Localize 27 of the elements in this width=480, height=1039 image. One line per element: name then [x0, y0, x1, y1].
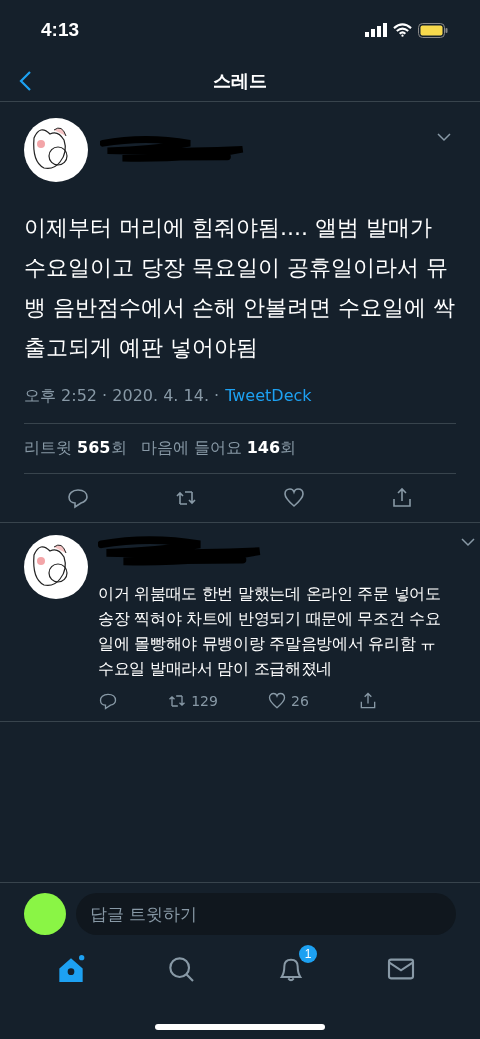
- tweet-timestamp: 오후 2:52 · 2020. 4. 14. ·: [24, 386, 220, 407]
- engagement-count[interactable]: 마음에 들어요 146회: [140, 438, 297, 459]
- source-link[interactable]: TweetDeck: [225, 386, 312, 407]
- battery-icon: [418, 22, 448, 38]
- share-icon[interactable]: [358, 691, 378, 711]
- reply-icon[interactable]: [98, 691, 118, 711]
- reply-field[interactable]: 답글 트윗하기: [76, 893, 456, 935]
- tweet-text: 이제부터 머리에 힘줘야됨.... 앨범 발매가 수요일이고 당장 목요일이 공휴일이라서 뮤뱅 음반점수에서 손해 안볼려면 수요일에 싹 출고되게 예판 넣어야됨: [24, 214, 456, 362]
- avatar[interactable]: [24, 118, 88, 182]
- retweet-count: 129: [191, 693, 218, 709]
- share-icon[interactable]: [390, 486, 414, 510]
- signal-icon: [365, 23, 387, 37]
- reply-text: 이거 위붐때도 한번 말했는데 온라인 주문 넣어도 송장 찍혀야 차트에 반영되기 때문에 무조건 수요일에 몰빵해야 뮤뱅이랑 주말음방에서 유리함 ㅠ 수요일 발매라서 맘이 조급해졌네: [98, 583, 442, 680]
- avatar[interactable]: [24, 535, 88, 599]
- like-count: 26: [291, 693, 309, 709]
- chevron-down-icon[interactable]: [436, 132, 452, 142]
- heart-icon[interactable]: [282, 486, 306, 510]
- notification-badge: 1: [299, 945, 317, 963]
- back-icon[interactable]: [18, 70, 32, 92]
- reply-icon[interactable]: [66, 486, 90, 510]
- screen-title: 스레드: [213, 68, 267, 93]
- user-avatar[interactable]: [24, 893, 66, 935]
- heart-icon[interactable]: [267, 691, 287, 711]
- engagement-count[interactable]: 리트윗 565회: [24, 438, 127, 459]
- chevron-down-icon[interactable]: [460, 537, 476, 547]
- wifi-icon: [393, 23, 412, 37]
- status-time: 4:13: [41, 19, 80, 41]
